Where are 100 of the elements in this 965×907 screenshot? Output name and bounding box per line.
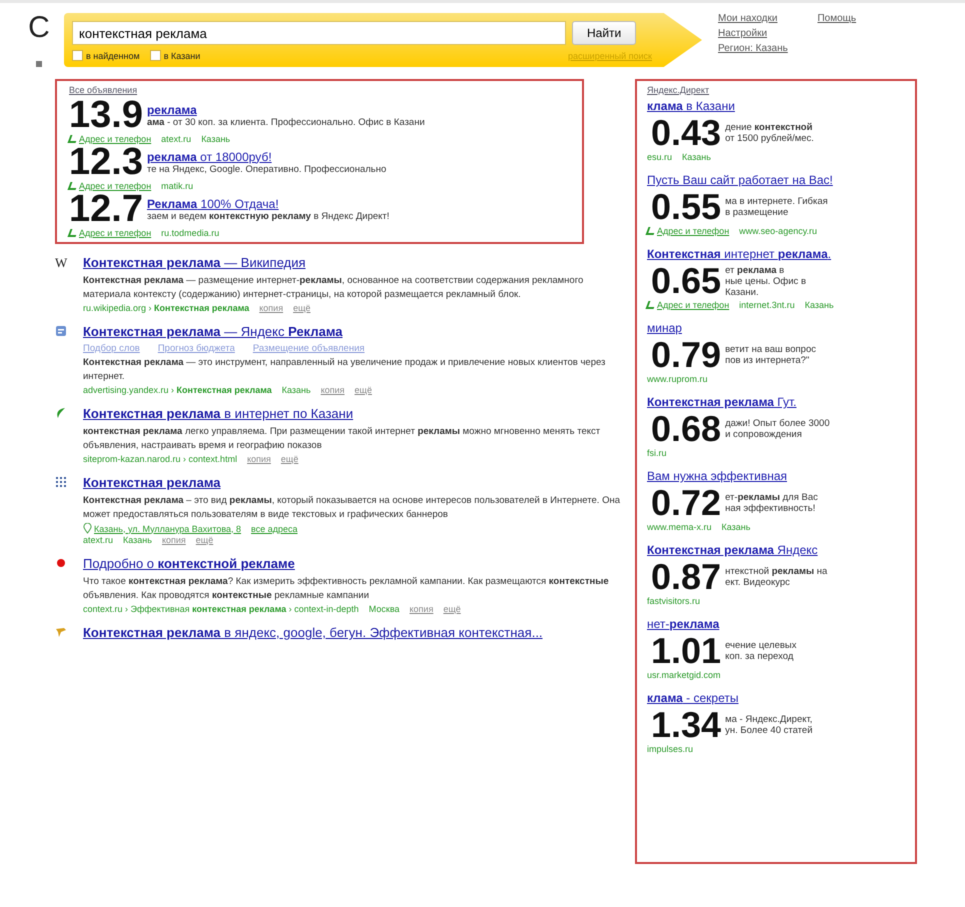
- score-label: 0.55: [651, 189, 722, 225]
- result-tool-link[interactable]: копия: [247, 454, 271, 464]
- ad-text: ун. Более 40 статей: [725, 725, 813, 736]
- dot-icon: [55, 557, 67, 569]
- map-pin-icon: [83, 523, 92, 534]
- result-title[interactable]: Контекстная реклама — Яндекс Реклама: [83, 324, 343, 339]
- page-icon: [55, 325, 67, 337]
- ad-meta: fastvisitors.ru: [647, 596, 700, 606]
- result-title[interactable]: Контекстная реклама: [83, 475, 221, 490]
- result-tool-link[interactable]: ещё: [293, 303, 310, 313]
- ad-title[interactable]: минар: [647, 321, 682, 335]
- ad-meta: www.mema-x.ru: [647, 522, 712, 532]
- ad-title[interactable]: Реклама 100% Отдача!: [146, 196, 390, 210]
- result-region: Казань: [123, 535, 152, 545]
- ad-meta: esu.ru: [647, 152, 672, 162]
- wiki-icon: W: [55, 256, 68, 313]
- ad-text: те на Яндекс, Google. Оперативно. Профессионально: [146, 164, 386, 174]
- ad-meta: atext.ru: [161, 134, 192, 144]
- result-tool-link[interactable]: ещё: [196, 535, 214, 545]
- ad-title[interactable]: реклама от 18000руб!: [146, 150, 386, 164]
- grid-icon: [55, 476, 67, 488]
- ad-meta: Казань: [201, 134, 230, 144]
- ad-title[interactable]: реклама: [146, 102, 425, 116]
- result-title[interactable]: Подробно о контекстной рекламе: [83, 556, 295, 571]
- result-tool-link[interactable]: ещё: [280, 454, 298, 464]
- ad-meta: impulses.ru: [647, 744, 694, 754]
- ad-meta: usr.marketgid.com: [647, 670, 721, 680]
- address-link[interactable]: Казань, ул. Мулланура Вахитова, 8: [94, 524, 242, 534]
- ad-meta: ru.todmedia.ru: [161, 228, 220, 238]
- contact-link[interactable]: Адрес и телефон: [657, 226, 730, 236]
- score-label: 12.3: [69, 144, 143, 180]
- ad-meta: www.ruprom.ru: [647, 374, 708, 384]
- ad-text: дажи! Опыт более 3000: [725, 418, 830, 429]
- score-label: 13.9: [69, 97, 143, 133]
- result-tool-link[interactable]: копия: [259, 303, 284, 313]
- result-snippet: Контекстная реклама – это вид рекламы, который показывается на основе интересов пользователей в Интернете. Она может предоставляться пользователям в виде текстовых и графических баннеров: [83, 494, 621, 522]
- checkbox-label[interactable]: в найденном: [86, 50, 140, 60]
- ad-meta: matik.ru: [161, 181, 194, 191]
- result-tool-link[interactable]: ещё: [443, 604, 461, 614]
- score-label: 0.68: [651, 411, 722, 447]
- result-title[interactable]: Контекстная реклама в яндекс, google, бегун. Эффективная контекстная...: [83, 625, 543, 640]
- ad-text: ма в интернете. Гибкая: [725, 196, 828, 207]
- search-field[interactable]: контекстная реклама: [72, 21, 566, 45]
- checkbox[interactable]: [72, 50, 83, 61]
- ad-title[interactable]: Вам нужна эффективная: [647, 469, 787, 483]
- result-region: Москва: [368, 604, 400, 614]
- ad-text: ект. Видеокурс: [725, 577, 791, 588]
- result-url[interactable]: advertising.yandex.ru › Контекстная реклама: [83, 385, 272, 395]
- direct-link[interactable]: Яндекс.Директ: [647, 85, 907, 95]
- ad-meta: Казань: [722, 522, 750, 532]
- ad-meta: Казань: [682, 152, 711, 162]
- ad-text: ама - от 30 коп. за клиента. Профессионально. Офис в Казани: [146, 116, 425, 128]
- ad-text: ные цены. Офис в: [725, 276, 806, 286]
- ad-text: в размещение: [725, 207, 790, 218]
- contact-link[interactable]: Адрес и телефон: [79, 134, 152, 144]
- ad-title[interactable]: Пусть Ваш сайт работает на Вас!: [647, 173, 833, 187]
- result-url[interactable]: ru.wikipedia.org › Контекстная реклама: [83, 303, 250, 313]
- ad-title[interactable]: Контекстная реклама Яндекс: [647, 543, 818, 557]
- score-label: 12.7: [69, 191, 143, 227]
- ad-title[interactable]: клама в Казани: [647, 99, 735, 113]
- checkbox-label[interactable]: в Казани: [164, 50, 200, 60]
- ad-title[interactable]: клама - секреты: [647, 691, 739, 705]
- header-link[interactable]: Регион: Казань: [718, 43, 856, 54]
- header-link[interactable]: Мои находки: [718, 13, 778, 24]
- header-link[interactable]: Настройки: [718, 28, 856, 39]
- checkbox[interactable]: [150, 50, 161, 61]
- result-snippet: Что такое контекстная реклама? Как измерить эффективность рекламной кампании. Как размещаются контекстные объявления. Как проводятся контекстные рекламные кампании: [83, 575, 610, 603]
- score-label: 0.43: [651, 115, 722, 151]
- score-label: 0.65: [651, 263, 722, 299]
- ad-meta: www.seo-agency.ru: [739, 226, 818, 236]
- result-url[interactable]: atext.ru: [83, 535, 114, 545]
- score-label: 0.72: [651, 485, 722, 521]
- result-tool-link[interactable]: копия: [410, 604, 434, 614]
- result-url[interactable]: siteprom-kazan.narod.ru › context.html: [83, 454, 238, 464]
- result-title[interactable]: Контекстная реклама — Википедия: [83, 255, 306, 270]
- contact-link[interactable]: Адрес и телефон: [79, 181, 152, 191]
- ad-text: ет реклама в: [725, 264, 786, 276]
- ad-text: дение контекстной: [725, 122, 814, 133]
- ad-title[interactable]: нет-реклама: [647, 617, 720, 631]
- result-url[interactable]: context.ru › Эффективная контекстная реклама › context-in-depth: [83, 604, 359, 614]
- score-label: 1.01: [651, 633, 722, 669]
- address-link[interactable]: все адреса: [251, 524, 298, 534]
- search-button[interactable]: Найти: [572, 21, 636, 45]
- square-icon: [36, 61, 42, 67]
- contact-link[interactable]: Адрес и телефон: [657, 300, 730, 310]
- result-title[interactable]: Контекстная реклама в интернет по Казани: [83, 406, 354, 421]
- contact-link[interactable]: Адрес и телефон: [79, 228, 152, 238]
- result-snippet: Контекстная реклама — это инструмент, направленный на увеличение продаж и привлечение новых клиентов через интернет.: [83, 356, 606, 384]
- result-tool-link[interactable]: копия: [162, 535, 186, 545]
- ad-title[interactable]: Контекстная реклама Гут.: [647, 395, 796, 409]
- result-tool-link[interactable]: ещё: [354, 385, 372, 395]
- result-snippet: контекстная реклама легко управляема. При размещении такой интернет рекламы можно мгновенно менять текст объявления, настраивать время и географию показов: [83, 425, 602, 453]
- result-tool-link[interactable]: копия: [320, 385, 345, 395]
- logo[interactable]: С: [28, 13, 50, 43]
- header-link[interactable]: Помощь: [817, 13, 856, 24]
- ad-meta: Казань: [804, 300, 834, 310]
- all-ads-link[interactable]: Все объявления: [69, 85, 574, 95]
- ad-title[interactable]: Контекстная интернет реклама.: [647, 247, 832, 261]
- ad-text: нтекстной рекламы на: [725, 566, 828, 577]
- result-snippet: Контекстная реклама — размещение интернет-рекламы, основанное на соответствии содержания рекламного материала контексту (содержанию) интернет-страницы, на которой размещается рекламный блок.: [83, 274, 584, 302]
